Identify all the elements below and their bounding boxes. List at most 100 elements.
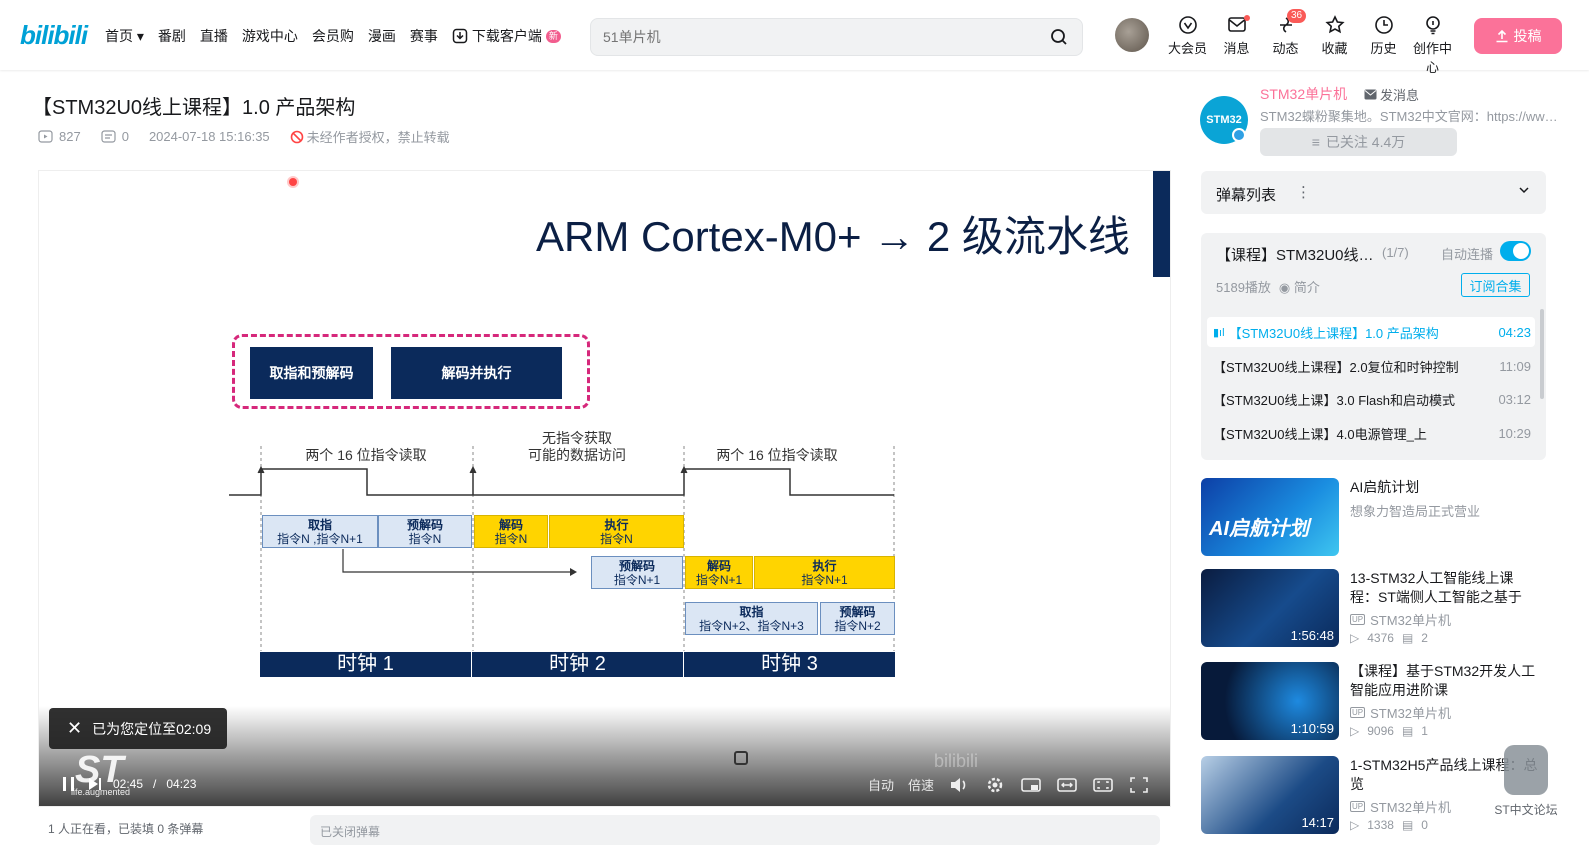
cell-predecode-n2: 预解码 指令N+2	[820, 602, 895, 635]
chevron-down-icon[interactable]	[1518, 184, 1530, 196]
settings-gear-icon[interactable]	[984, 776, 1006, 794]
pause-icon[interactable]	[61, 775, 77, 793]
user-avatar[interactable]	[1115, 18, 1149, 52]
header-icons: 大会员 消息 36 动态 收藏 历史 创作中心	[1163, 9, 1457, 76]
creator-center-entry[interactable]: 创作中心	[1408, 15, 1457, 76]
vip-entry[interactable]: 大会员	[1163, 15, 1212, 76]
bulb-icon	[1425, 16, 1440, 35]
dynamic-entry[interactable]: 36 动态	[1261, 9, 1310, 76]
clock-bar: 时钟 1 时钟 2 时钟 3	[260, 652, 895, 677]
uploader-description: STM32蝶粉聚集地。STM32中文官网：https://www.stmcu.c…	[1260, 109, 1560, 124]
video-thumbnail[interactable]: 1:56:48	[1201, 569, 1339, 647]
search-input[interactable]	[603, 27, 1023, 47]
playlist-episode[interactable]: 【STM32U0线上课】3.0 Flash和启动模式 03:12	[1207, 384, 1535, 414]
autoplay-toggle[interactable]	[1500, 241, 1531, 261]
uploader-name[interactable]: STM32单片机	[1260, 84, 1347, 104]
player-controls-left: 02:45 / 04:23	[61, 775, 196, 793]
quality-button[interactable]: 自动	[868, 775, 894, 794]
autoplay-label: 自动连播	[1441, 247, 1494, 262]
recommended-video[interactable]: 1:56:48 13-STM32人工智能线上课程：ST端侧人工智能之基于Nano…	[1201, 569, 1546, 649]
clock-1: 时钟 1	[260, 652, 472, 677]
next-icon[interactable]	[87, 775, 103, 793]
nav-link-shop[interactable]: 会员购	[312, 26, 354, 46]
search-icon[interactable]	[1050, 28, 1068, 46]
mail-icon	[1364, 89, 1377, 100]
up-tag-icon: UP	[1350, 801, 1366, 812]
clock-3: 时钟 3	[761, 653, 818, 675]
nav-link-live[interactable]: 直播	[200, 26, 228, 46]
nav-link-home[interactable]: 首页 ▾	[105, 26, 144, 46]
search-box	[590, 18, 1083, 56]
upload-icon	[1496, 29, 1507, 43]
nav-link-match[interactable]: 赛事	[410, 26, 438, 46]
more-options-icon[interactable]: ⋮	[1296, 183, 1311, 201]
collection-title[interactable]: 【课程】STM32U0线上课程	[1216, 244, 1376, 265]
bilibili-logo[interactable]: bilibili	[20, 20, 88, 51]
playlist-episode[interactable]: ▮ıl 【STM32U0线上课程】1.0 产品架构 04:23	[1207, 317, 1535, 347]
total-duration: 04:23	[166, 777, 197, 791]
stage-decode-execute: 解码并执行	[391, 347, 562, 399]
recommended-video[interactable]: 1:10:59 【课程】基于STM32开发人工智能应用进阶课 UP STM32单片…	[1201, 662, 1546, 742]
cell-execute-n: 执行 指令N	[549, 515, 684, 548]
send-message-link[interactable]: 发消息	[1364, 85, 1419, 104]
message-dot	[1244, 15, 1250, 21]
play-count-icon: ▷	[1350, 631, 1360, 645]
favorites-entry[interactable]: 收藏	[1310, 15, 1359, 76]
up-tag-icon: UP	[1350, 707, 1366, 718]
below-player-bar: 1 人正在看，已装填 0 条弹幕	[48, 820, 203, 837]
close-icon[interactable]: ✕	[67, 718, 82, 739]
verified-icon	[1232, 128, 1246, 142]
message-entry[interactable]: 消息	[1212, 15, 1261, 76]
slide-title: ARM Cortex-M0+ → 2 级流水线	[536, 213, 1130, 260]
video-thumbnail[interactable]: 1:10:59	[1201, 662, 1339, 740]
cursor-marker	[289, 178, 297, 186]
danmaku-list-panel[interactable]: 弹幕列表 ⋮	[1201, 171, 1546, 214]
intro-link[interactable]: ◉ 简介	[1279, 277, 1320, 296]
cell-predecode-n1: 预解码 指令N+1	[591, 556, 683, 589]
fullscreen-icon[interactable]	[1128, 776, 1150, 794]
video-thumbnail[interactable]: 14:17	[1201, 756, 1339, 834]
cell-decode-n: 解码 指令N	[474, 515, 548, 548]
st-forum-badge[interactable]: ST中文论坛	[1490, 745, 1562, 833]
volume-icon[interactable]	[948, 776, 970, 794]
video-thumbnail[interactable]: AI启航计划	[1201, 478, 1339, 556]
collection-progress: (1/7)	[1382, 245, 1409, 260]
playlist-scrollbar[interactable]	[1540, 309, 1544, 399]
star-icon	[1324, 15, 1345, 34]
dynamic-count-badge: 36	[1287, 9, 1307, 23]
video-player[interactable]: ARM Cortex-M0+ → 2 级流水线 取指和预解码 解码并执行 两个 …	[38, 170, 1171, 807]
top-nav: bilibili 首页 ▾ 番剧 直播 游戏中心 会员购 漫画 赛事 下载客户端…	[0, 0, 1589, 75]
follow-button[interactable]: ≡ 已关注 4.4万	[1260, 128, 1457, 156]
cell-decode-n1: 解码 指令N+1	[685, 556, 753, 589]
subscribe-collection-button[interactable]: 订阅合集	[1461, 273, 1530, 297]
nav-link-game[interactable]: 游戏中心	[242, 26, 298, 46]
widescreen-icon[interactable]	[1056, 776, 1078, 794]
danmaku-count: 0	[121, 129, 129, 144]
speed-button[interactable]: 倍速	[908, 775, 934, 794]
danmaku-input[interactable]: 已关闭弹幕	[310, 815, 1160, 845]
cell-predecode-n: 预解码 指令N	[378, 515, 472, 548]
resume-toast: ✕ 已为您定位至02:09	[49, 708, 227, 749]
upload-button[interactable]: 投稿	[1474, 18, 1562, 54]
download-icon	[452, 28, 468, 44]
nav-link-manga[interactable]: 漫画	[368, 26, 396, 46]
nav-download-client[interactable]: 下载客户端 新	[452, 26, 561, 46]
stage-fetch-predecode: 取指和预解码	[250, 347, 373, 399]
pip-icon[interactable]	[1020, 776, 1042, 794]
chat-bubble-icon	[1504, 745, 1548, 795]
play-count-icon: ▷	[1350, 724, 1360, 738]
history-entry[interactable]: 历史	[1359, 15, 1408, 76]
video-title: 【STM32U0线上课程】1.0 产品架构	[32, 97, 356, 119]
nav-link-anime[interactable]: 番剧	[158, 26, 186, 46]
bilibili-watermark: bilibili	[934, 751, 979, 771]
publish-date: 2024-07-18 15:16:35	[148, 129, 270, 144]
web-fullscreen-icon[interactable]	[1092, 776, 1114, 794]
viewer-status: 1 人正在看，已装填 0 条弹幕	[48, 822, 204, 836]
playlist-episode[interactable]: 【STM32U0线上课】4.0电源管理_上 10:29	[1207, 418, 1535, 448]
copyright-notice: 未经作者授权，禁止转载	[290, 127, 450, 146]
playlist-episode[interactable]: 【STM32U0线上课程】2.0复位和时钟控制 11:09	[1207, 351, 1535, 381]
cell-fetch-n: 取指 指令N ,指令N+1	[262, 515, 378, 548]
recommended-video[interactable]: AI启航计划 AI启航计划 想象力智造局正式营业	[1201, 478, 1546, 558]
slide-accent-bar	[1153, 171, 1170, 277]
danmaku-count-icon	[101, 130, 116, 143]
